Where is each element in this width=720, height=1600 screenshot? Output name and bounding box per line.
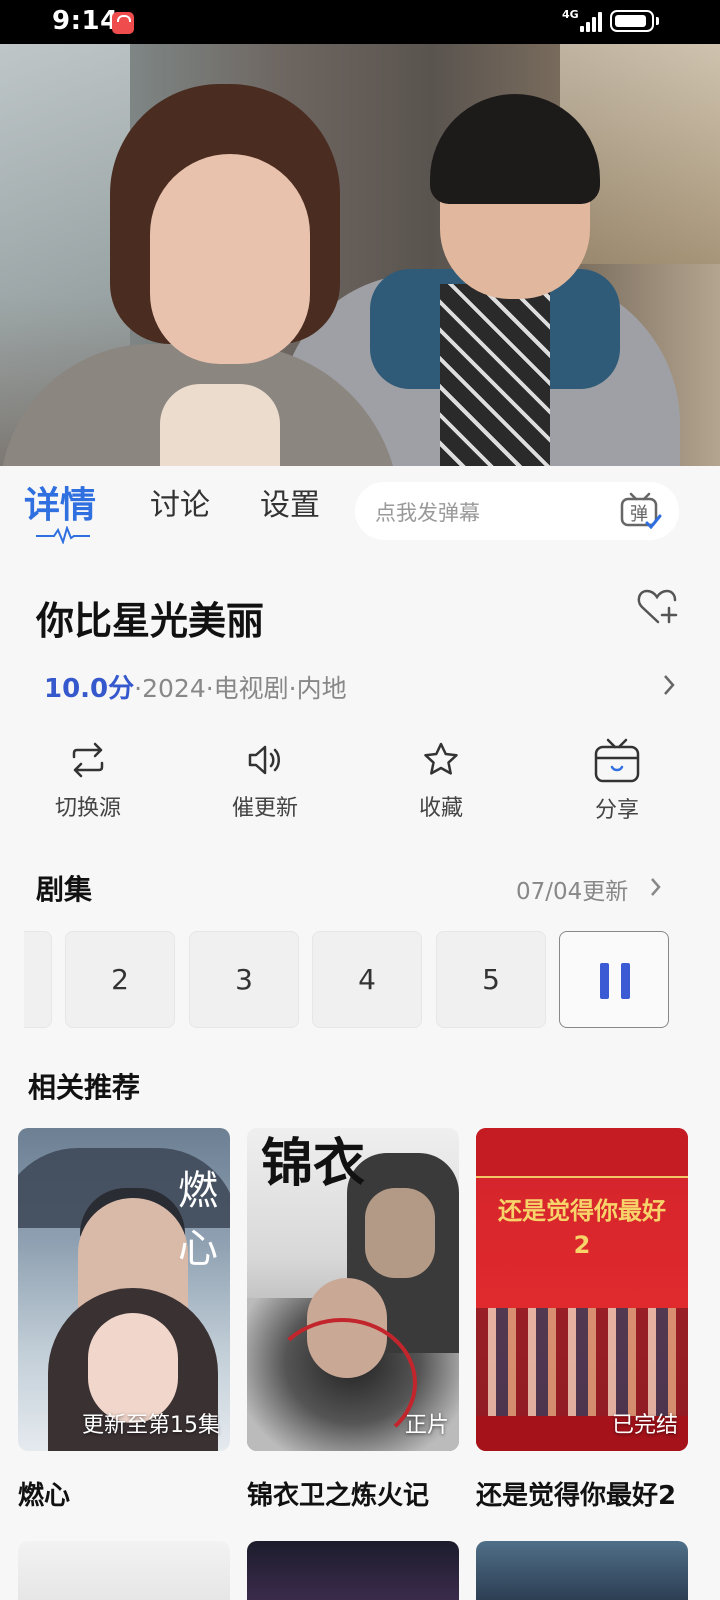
danmaku-placeholder: 点我发弹幕 bbox=[375, 501, 480, 525]
pause-icon bbox=[600, 963, 630, 999]
tv-share-icon bbox=[594, 738, 640, 783]
episode-item[interactable]: 2 bbox=[65, 931, 175, 1028]
poster-logo: 锦衣 bbox=[261, 1133, 366, 1194]
detail-tabs: 详情 讨论 设置 点我发弹幕 弹 bbox=[0, 466, 720, 556]
share-label: 分享 bbox=[594, 798, 639, 823]
danmaku-input[interactable]: 点我发弹幕 弹 bbox=[355, 482, 679, 540]
poster-image[interactable]: 燃心 更新至第15集 bbox=[18, 1128, 230, 1451]
app-store-icon bbox=[112, 12, 134, 34]
episode-item[interactable]: 5 bbox=[436, 931, 546, 1028]
poster-image[interactable]: 锦衣 正片 bbox=[247, 1128, 459, 1451]
show-title: 你比星光美丽 bbox=[36, 599, 265, 643]
switch-source-button[interactable]: 切换源 bbox=[28, 740, 148, 822]
tab-discussion[interactable]: 讨论 bbox=[150, 480, 210, 524]
recommendations-title: 相关推荐 bbox=[28, 1071, 141, 1104]
share-button[interactable]: 分享 bbox=[557, 738, 677, 824]
episode-item-partial[interactable] bbox=[24, 931, 52, 1028]
recommendation-card[interactable] bbox=[476, 1541, 688, 1600]
recommendation-card[interactable]: 燃心 更新至第15集 燃心 bbox=[18, 1128, 230, 1512]
poster-badge: 已完结 bbox=[611, 1413, 678, 1438]
star-icon bbox=[424, 742, 458, 775]
switch-source-label: 切换源 bbox=[54, 796, 121, 821]
active-tab-indicator bbox=[36, 526, 90, 544]
danmaku-icon-text: 弹 bbox=[630, 504, 648, 525]
poster-calligraphy: 燃心 bbox=[178, 1168, 218, 1272]
video-player[interactable] bbox=[0, 44, 720, 466]
urge-update-label: 催更新 bbox=[231, 796, 298, 821]
episodes-update[interactable]: 07/04更新 bbox=[516, 872, 628, 906]
poster-badge: 更新至第15集 bbox=[82, 1413, 220, 1438]
poster-badge: 正片 bbox=[404, 1413, 449, 1438]
show-score: 10.0分 bbox=[44, 674, 135, 704]
show-meta[interactable]: 10.0分·2024·电视剧·内地 bbox=[44, 668, 347, 705]
episode-item[interactable]: 4 bbox=[312, 931, 422, 1028]
recommendation-card[interactable] bbox=[18, 1541, 230, 1600]
episode-current[interactable] bbox=[559, 931, 669, 1028]
switch-source-icon bbox=[72, 742, 104, 778]
speaker-icon bbox=[248, 745, 280, 775]
urge-update-button[interactable]: 催更新 bbox=[205, 740, 325, 822]
chevron-right-icon[interactable] bbox=[660, 672, 678, 698]
poster-image[interactable]: 还是觉得你最好2 已完结 bbox=[476, 1128, 688, 1451]
chevron-right-icon[interactable] bbox=[648, 874, 664, 900]
recommendation-title[interactable]: 燃心 bbox=[18, 1475, 230, 1512]
tab-details[interactable]: 详情 bbox=[24, 476, 96, 528]
poster-logo: 还是觉得你最好2 bbox=[498, 1197, 666, 1259]
signal-icon bbox=[580, 10, 604, 32]
recommendation-title[interactable]: 锦衣卫之炼火记 bbox=[247, 1475, 459, 1512]
recommendation-title[interactable]: 还是觉得你最好2 bbox=[476, 1475, 688, 1512]
status-bar: 9:14 4G bbox=[0, 0, 720, 44]
favorite-button[interactable]: 收藏 bbox=[381, 740, 501, 822]
battery-icon bbox=[610, 10, 659, 32]
recommendation-card[interactable]: 还是觉得你最好2 已完结 还是觉得你最好2 bbox=[476, 1128, 688, 1512]
tab-settings[interactable]: 设置 bbox=[260, 480, 320, 524]
favorite-label: 收藏 bbox=[418, 796, 463, 821]
danmaku-toggle-icon[interactable]: 弹 bbox=[619, 490, 663, 532]
episode-item[interactable]: 3 bbox=[189, 931, 299, 1028]
episodes-title: 剧集 bbox=[36, 873, 93, 906]
recommendation-card[interactable]: 锦衣 正片 锦衣卫之炼火记 bbox=[247, 1128, 459, 1512]
show-info: ·2024·电视剧·内地 bbox=[134, 674, 347, 703]
heart-add-icon[interactable] bbox=[634, 586, 680, 628]
status-time: 9:14 bbox=[52, 6, 119, 36]
recommendation-card[interactable] bbox=[247, 1541, 459, 1600]
network-type: 4G bbox=[562, 8, 579, 21]
